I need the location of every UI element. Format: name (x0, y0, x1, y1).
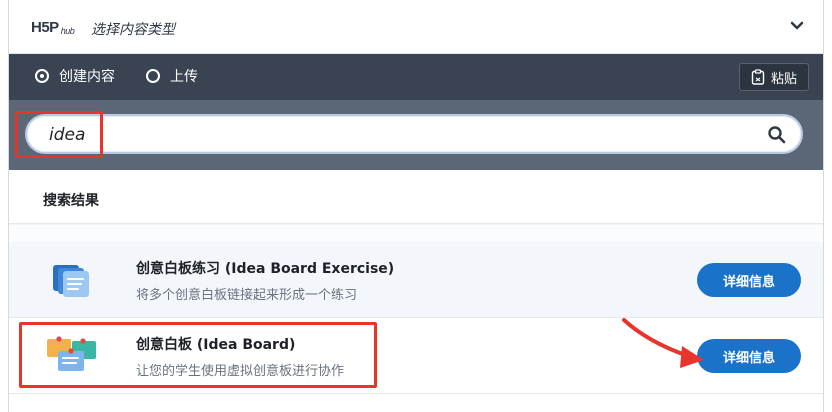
tab-upload[interactable]: 上传 (146, 66, 198, 86)
h5p-logo: H5P hub (31, 19, 75, 36)
tab-bar: 创建内容 上传 粘贴 (9, 54, 823, 100)
results-label: 搜索结果 (43, 193, 99, 209)
search-band: idea (9, 100, 823, 170)
result-item[interactable]: 创意白板练习 (Idea Board Exercise) 将多个创意白板链接起来… (9, 242, 823, 318)
radio-unselected-icon[interactable] (146, 69, 160, 83)
paste-label: 粘贴 (770, 71, 797, 87)
hub-header[interactable]: H5P hub 选择内容类型 (9, 0, 823, 54)
tab-create-content[interactable]: 创建内容 (35, 66, 115, 86)
logo-text: H5P (31, 19, 59, 36)
result-title[interactable]: 创意白板练习 (Idea Board Exercise) (136, 258, 394, 278)
logo-sub: hub (60, 26, 75, 36)
search-icon[interactable] (767, 125, 787, 145)
search-input[interactable]: idea (25, 114, 803, 154)
clipboard-icon (751, 69, 765, 85)
idea-board-exercise-icon (53, 265, 89, 297)
panel-title: 选择内容类型 (91, 22, 175, 38)
paste-button[interactable]: 粘贴 (739, 63, 809, 91)
tab-create-label: 创建内容 (59, 69, 115, 85)
results-header: 搜索结果 (9, 170, 823, 224)
search-highlight-box (15, 111, 103, 158)
radio-selected-icon[interactable] (35, 69, 49, 83)
tab-upload-label: 上传 (170, 69, 198, 85)
details-button[interactable]: 详细信息 (697, 263, 801, 297)
result-highlight-box (19, 322, 377, 388)
annotation-arrow-icon (622, 318, 704, 368)
results-spacer (9, 225, 823, 242)
result-description: 将多个创意白板链接起来形成一个练习 (136, 288, 358, 303)
chevron-down-icon[interactable] (789, 18, 805, 34)
